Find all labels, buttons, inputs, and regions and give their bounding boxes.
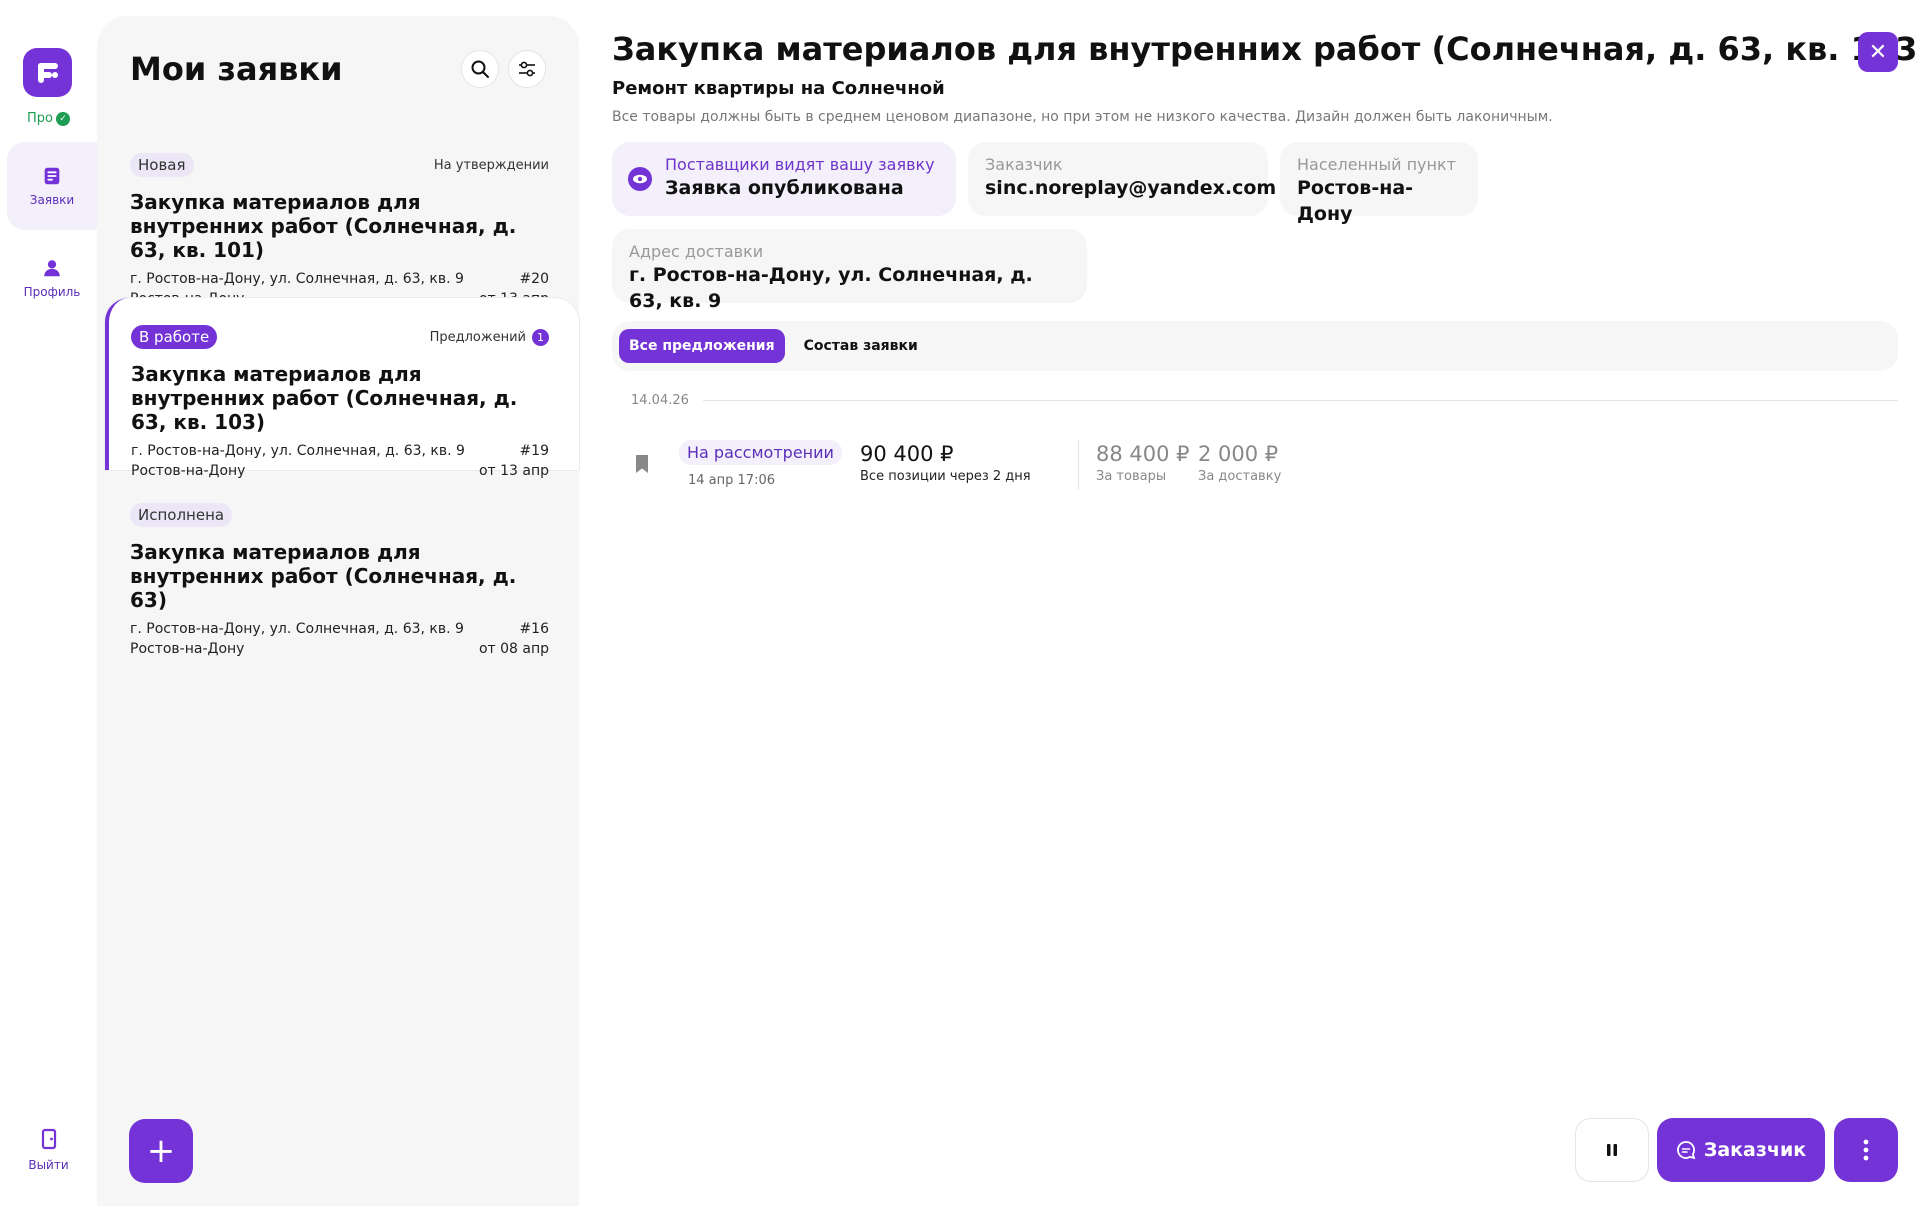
offer-delivery-note: Все позиции через 2 дня — [860, 469, 1031, 484]
published-status-card: Поставщики видят вашу заявку Заявка опуб… — [612, 142, 956, 216]
customer-email: sinc.noreplay@yandex.com — [985, 177, 1277, 199]
eye-icon — [628, 167, 652, 191]
address-label: Адрес доставки — [629, 242, 764, 261]
contact-customer-button[interactable]: Заказчик — [1657, 1118, 1825, 1182]
offer-row[interactable]: На рассмотрении 14 апр 17:06 90 400 ₽ Вс… — [612, 436, 1312, 496]
card-number: #19 — [519, 443, 549, 459]
request-description: Все товары должны быть в среднем ценовом… — [612, 109, 1553, 125]
offer-divider — [1078, 440, 1079, 490]
status-badge: Новая — [130, 153, 194, 177]
pause-button[interactable] — [1575, 1118, 1649, 1182]
nav-item-requests[interactable]: Заявки — [7, 142, 97, 230]
bookmark-icon[interactable] — [634, 454, 650, 474]
city-value: Ростов-на-Дону — [1297, 177, 1414, 225]
published-value: Заявка опубликована — [665, 177, 904, 199]
card-city: Ростов-на-Дону — [130, 641, 245, 657]
address-value: г. Ростов-на-Дону, ул. Солнечная, д. 63,… — [629, 264, 1033, 312]
pro-badge: Про ✓ — [0, 111, 97, 126]
delivery-price: 2 000 ₽ — [1198, 442, 1279, 466]
verified-check-icon: ✓ — [55, 111, 70, 126]
card-meta: На утверждении — [433, 157, 549, 173]
goods-price: 88 400 ₽ — [1096, 442, 1190, 466]
card-address: г. Ростов-на-Дону, ул. Солнечная, д. 63,… — [131, 443, 465, 459]
customer-button-label: Заказчик — [1703, 1139, 1807, 1161]
project-name: Ремонт квартиры на Солнечной — [612, 78, 945, 99]
logout-button[interactable]: Выйти — [0, 1128, 97, 1172]
offer-total-price: 90 400 ₽ — [860, 442, 954, 466]
customer-label: Заказчик — [985, 155, 1063, 174]
offer-time: 14 апр 17:06 — [688, 473, 775, 488]
card-title: Закупка материалов для внутренних работ … — [131, 362, 518, 434]
request-detail: Закупка материалов для внутренних работ … — [612, 0, 1919, 1206]
card-meta: Предложений 1 — [429, 328, 549, 346]
divider-line — [702, 400, 1898, 401]
chat-icon — [1676, 1141, 1696, 1160]
goods-label: За товары — [1096, 469, 1167, 484]
offers-count-badge: 1 — [532, 328, 549, 346]
date-divider: 14.04.26 — [631, 393, 1898, 408]
nav-item-label: Заявки — [29, 193, 75, 207]
nav-item-profile[interactable]: Профиль — [7, 234, 97, 322]
card-title: Закупка материалов для внутренних работ … — [130, 540, 517, 612]
page-title: Закупка материалов для внутренних работ … — [612, 30, 1919, 68]
user-icon — [44, 260, 60, 277]
pause-icon — [1607, 1144, 1617, 1156]
close-button[interactable]: ✕ — [1858, 32, 1898, 72]
app-logo[interactable] — [23, 48, 72, 97]
date-group-label: 14.04.26 — [631, 393, 689, 408]
request-card[interactable]: Новая На утверждении Закупка материалов … — [97, 126, 579, 307]
more-options-button[interactable] — [1834, 1118, 1898, 1182]
tab-request-items[interactable]: Состав заявки — [794, 329, 928, 363]
requests-panel: Мои заявки Новая На утверждении Закупка … — [97, 16, 579, 1206]
city-label: Населенный пункт — [1297, 155, 1456, 174]
panel-title: Мои заявки — [130, 50, 343, 88]
search-icon — [471, 60, 489, 78]
card-date: от 08 апр — [478, 641, 549, 657]
pro-label: Про — [27, 111, 53, 126]
card-title: Закупка материалов для внутренних работ … — [130, 190, 517, 262]
request-card-selected[interactable]: В работе Предложений 1 Закупка материало… — [105, 298, 579, 479]
tab-bar: Все предложения Состав заявки — [612, 321, 1898, 371]
card-address: г. Ростов-на-Дону, ул. Солнечная, д. 63,… — [130, 621, 464, 637]
delivery-label: За доставку — [1198, 469, 1282, 484]
request-card[interactable]: Исполнена Закупка материалов для внутрен… — [97, 476, 579, 657]
offers-label: Предложений — [429, 329, 526, 345]
filter-sliders-icon — [519, 61, 535, 77]
logout-label: Выйти — [28, 1158, 69, 1172]
customer-info-card: Заказчик sinc.noreplay@yandex.com — [968, 142, 1277, 216]
filter-button[interactable] — [508, 50, 546, 88]
card-number: #16 — [519, 621, 549, 637]
city-info-card: Населенный пункт Ростов-на-Дону — [1280, 142, 1478, 225]
kebab-menu-icon — [1863, 1139, 1869, 1161]
search-button[interactable] — [461, 50, 499, 88]
nav-rail: Про ✓ Заявки Профиль Выйти — [0, 0, 97, 1206]
status-badge: Исполнена — [130, 503, 233, 527]
tab-all-offers[interactable]: Все предложения — [619, 329, 785, 363]
requests-icon — [44, 167, 60, 185]
card-number: #20 — [519, 271, 549, 287]
published-label: Поставщики видят вашу заявку — [665, 155, 935, 174]
offer-status-badge: На рассмотрении — [679, 440, 842, 465]
status-badge: В работе — [131, 325, 218, 349]
logo-mark-icon — [37, 62, 58, 83]
delivery-address-card: Адрес доставки г. Ростов-на-Дону, ул. Со… — [612, 229, 1087, 312]
nav-item-label: Профиль — [23, 285, 81, 299]
card-address: г. Ростов-на-Дону, ул. Солнечная, д. 63,… — [130, 271, 464, 287]
close-icon: ✕ — [1868, 39, 1888, 65]
add-request-button[interactable]: + — [129, 1119, 193, 1183]
door-icon — [41, 1128, 56, 1150]
